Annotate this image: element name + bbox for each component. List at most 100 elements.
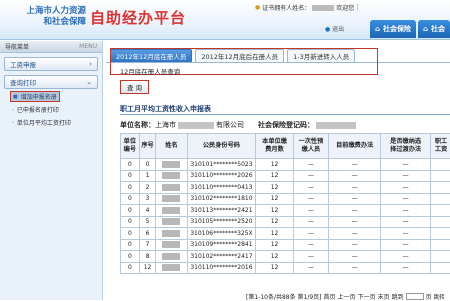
cell-transition: — [381, 170, 431, 182]
cell-method: — [329, 216, 381, 228]
menu-tag: MENU [79, 43, 97, 50]
cell-transition: — [381, 159, 431, 171]
cell-name [156, 251, 187, 263]
cell-months: 12 [256, 251, 293, 263]
cell-method: — [329, 228, 381, 240]
cell-wage [431, 262, 450, 274]
cell-months: 12 [256, 228, 293, 240]
col-wage: 职工工资 [431, 134, 450, 159]
col-months: 本单位缴费月数 [256, 134, 293, 159]
name-mask [162, 230, 180, 237]
cell-name [156, 193, 187, 205]
cell-id-number: 310109********2841 [187, 239, 256, 251]
cell-method: — [329, 251, 381, 263]
sidebar-item-wage-declare[interactable]: 工资申报 › [4, 57, 98, 71]
query-button[interactable]: 查 询 [120, 80, 149, 94]
nav-tab-label: 社会 [431, 24, 445, 34]
declaration-table: 单位编号 序号 姓名 公民身份号码 本单位缴费月数 一次性预缴人员 目前缴费办法… [120, 133, 450, 274]
cell-unit-no: 0 [121, 170, 140, 182]
sidebar-subitem-avg-wage-print[interactable]: - 单位月平均工资打印 [12, 117, 102, 128]
top-nav: ⌂ 社会保险 ⌂ 社会 [370, 20, 450, 38]
user-suffix: 欢迎您 [336, 3, 354, 12]
cell-name [156, 239, 187, 251]
user-prefix: 证书拥有人姓名： [262, 3, 310, 12]
cell-method: — [329, 205, 381, 217]
nav-tab-social-insurance[interactable]: ⌂ 社会保险 [370, 20, 416, 38]
home-icon: ⌂ [375, 25, 380, 33]
tab-2012-dec-after[interactable]: 2012年12月底后在册人员 [195, 49, 284, 62]
cell-transition: — [381, 216, 431, 228]
name-mask [162, 195, 180, 202]
cell-wage [431, 251, 450, 263]
tab-jan-mar-new[interactable]: 1-3月新进转入人员 [287, 49, 355, 62]
name-mask [162, 218, 180, 225]
bullet-icon: - [12, 120, 14, 126]
table-header-row: 单位编号 序号 姓名 公民身份号码 本单位缴费月数 一次性预缴人员 目前缴费办法… [121, 134, 450, 159]
cell-method: — [329, 193, 381, 205]
page-number-input[interactable] [406, 293, 424, 300]
user-icon: ● [255, 4, 260, 11]
table-row: 05310105********252012——— [121, 216, 450, 228]
tab-bar: 2012年12月底在册人员 2012年12月底后在册人员 1-3月新进转入人员 [110, 49, 355, 62]
table-row: 012310110********201612——— [121, 262, 450, 274]
cell-method: — [329, 262, 381, 274]
cell-seq: 12 [139, 262, 156, 274]
cell-transition: — [381, 262, 431, 274]
sidebar-subitem-label: 已申报名册打印 [17, 105, 59, 114]
cell-wage [431, 228, 450, 240]
pager-go-button[interactable]: 跳转 [434, 293, 445, 301]
logo-line1: 上海市人力资源 [8, 6, 86, 17]
cell-id-number: 310113********2421 [187, 205, 256, 217]
exit-link[interactable]: ● 退出 [325, 24, 344, 33]
tab-2012-dec-end[interactable]: 2012年12月底在册人员 [110, 49, 192, 62]
cell-name [156, 228, 187, 240]
name-mask [162, 264, 180, 271]
table-row: 00310101********502312——— [121, 159, 450, 171]
cell-unit-no: 0 [121, 228, 140, 240]
cell-unit-no: 0 [121, 193, 140, 205]
cell-unit-no: 0 [121, 159, 140, 171]
cell-months: 12 [256, 205, 293, 217]
col-id-number: 公民身份号码 [187, 134, 256, 159]
name-mask [162, 253, 180, 260]
col-seq: 序号 [139, 134, 156, 159]
sidebar-item-label: 查询打印 [10, 77, 36, 87]
sidebar-item-query-print[interactable]: 查询打印 ⌄ [4, 75, 98, 89]
tab-divider [106, 62, 450, 63]
unit-name-suffix: 有限公司 [216, 120, 244, 130]
cell-months: 12 [256, 193, 293, 205]
home-icon: ⌂ [423, 25, 428, 33]
cell-months: 12 [256, 216, 293, 228]
unit-info-row: 单位名称： 上海市 有限公司 社会保险登记码： [120, 120, 358, 130]
cell-wage [431, 205, 450, 217]
name-mask [162, 184, 180, 191]
cell-transition: — [381, 251, 431, 263]
cell-prepaid: — [293, 228, 328, 240]
sidebar: 导航菜单 MENU 工资申报 › 查询打印 ⌄ ■ 增加申报名册 - 已申报名册… [0, 41, 103, 300]
app-header: 上海市人力资源 和社会保障 自助经办平台 ● 证书拥有人姓名： 欢迎您 | ● … [0, 0, 450, 40]
table-row: 06310106********325X12——— [121, 228, 450, 240]
cell-prepaid: — [293, 182, 328, 194]
cell-transition: — [381, 182, 431, 194]
cell-unit-no: 0 [121, 262, 140, 274]
sidebar-subitem-print-roster[interactable]: - 已申报名册打印 [12, 104, 102, 115]
bullet-icon: - [12, 107, 14, 113]
cell-prepaid: — [293, 239, 328, 251]
user-name-mask [312, 5, 334, 11]
exit-icon: ● [325, 26, 330, 33]
table-row: 04310113********242112——— [121, 205, 450, 217]
cell-id-number: 310110********2016 [187, 262, 256, 274]
cell-id-number: 310101********5023 [187, 159, 256, 171]
nav-tab-social[interactable]: ⌂ 社会 [418, 20, 450, 38]
sidebar-subitem-label: 单位月平均工资打印 [17, 118, 71, 127]
table-row: 03310102********181012——— [121, 193, 450, 205]
cell-id-number: 310105********2520 [187, 216, 256, 228]
cell-prepaid: — [293, 251, 328, 263]
sidebar-subitem-add-roster[interactable]: ■ 增加申报名册 [10, 91, 60, 102]
cell-wage [431, 193, 450, 205]
cell-method: — [329, 182, 381, 194]
sidebar-item-label: 工资申报 [10, 59, 36, 69]
org-logo: 上海市人力资源 和社会保障 [8, 6, 86, 28]
col-unit-no: 单位编号 [121, 134, 140, 159]
table-row: 02310110********041312——— [121, 182, 450, 194]
